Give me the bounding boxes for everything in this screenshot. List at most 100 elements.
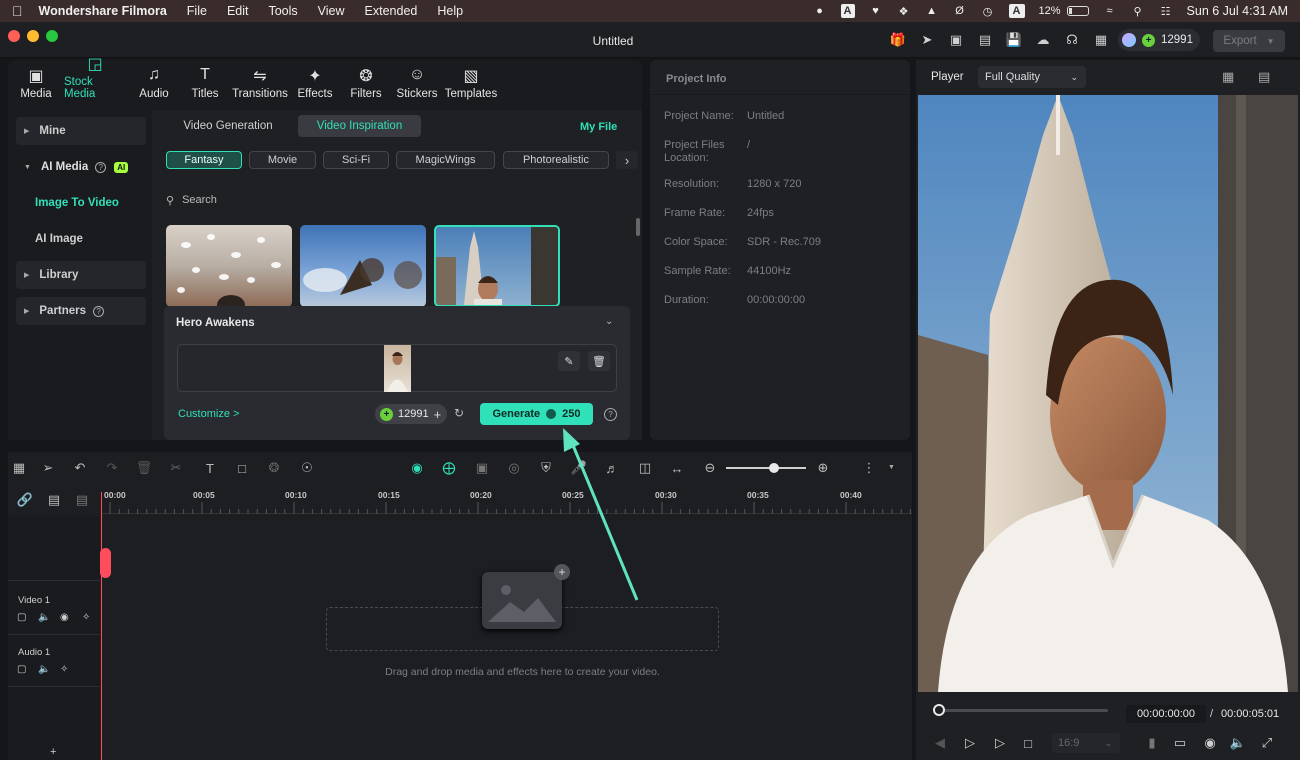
playhead-handle[interactable] (100, 548, 111, 578)
zoom-slider-thumb[interactable] (769, 463, 779, 473)
avatar[interactable] (1122, 33, 1136, 47)
input-source-icon[interactable]: A (1008, 4, 1025, 18)
menu-help[interactable]: Help (437, 4, 463, 18)
tab-media[interactable]: ▣ Media (8, 60, 64, 106)
chevron-down-icon[interactable]: ⌄ (605, 316, 613, 327)
chip-fantasy[interactable]: Fantasy (166, 151, 242, 169)
help-icon[interactable]: ? (604, 408, 617, 421)
add-track-plus-icon[interactable]: + (50, 746, 56, 758)
zoom-in-icon[interactable]: ⊕ (815, 460, 831, 476)
grid-view-icon[interactable]: ▦ (1222, 69, 1234, 85)
apple-icon[interactable]:  (12, 3, 23, 19)
speaker-icon[interactable]: 🔈 (38, 612, 50, 623)
save-icon[interactable]: 💾 (1006, 32, 1022, 48)
nav-image-to-video[interactable]: Image To Video (35, 197, 119, 209)
timeline-ruler[interactable] (102, 488, 939, 514)
color-icon[interactable]: ❂ (266, 460, 282, 476)
link-icon[interactable]: 🔗 (17, 492, 33, 508)
more-options-icon[interactable]: ⋮ (861, 460, 877, 476)
status-app-icon[interactable]: ● (813, 4, 827, 18)
nav-ai-media[interactable]: ▼ AI Media ? AI (16, 153, 129, 181)
add-track-icon[interactable]: ▤ (46, 492, 62, 508)
music-list-icon[interactable]: ♬ (604, 460, 620, 476)
playhead-line[interactable] (101, 492, 102, 760)
status-mic-off-icon[interactable]: Ø (953, 4, 967, 18)
chip-sci-fi[interactable]: Sci-Fi (323, 151, 389, 169)
control-center-icon[interactable]: ☷ (1159, 4, 1173, 18)
generate-button[interactable]: Generate 250 (480, 403, 593, 425)
ai-edit-icon[interactable]: ✧ (60, 664, 68, 675)
track-manager-icon[interactable]: ▤ (74, 492, 90, 508)
help-icon[interactable]: ? (95, 161, 107, 173)
shield-icon[interactable]: ⛨ (538, 460, 554, 476)
search-field[interactable]: ⚲ Search (166, 190, 626, 210)
tab-templates[interactable]: ▧ Templates (440, 60, 502, 106)
fullscreen-icon[interactable]: ⤢ (1259, 735, 1275, 751)
lock-icon[interactable]: ▢ (17, 612, 26, 623)
prev-frame-icon[interactable]: ◀ (932, 735, 948, 751)
redo-icon[interactable]: ↷ (104, 460, 120, 476)
chip-movie[interactable]: Movie (249, 151, 316, 169)
tab-stock-media[interactable]: ◲ Stock Media (64, 56, 126, 106)
green-screen-icon[interactable]: ◉ (409, 460, 425, 476)
eye-icon[interactable]: ◉ (60, 612, 69, 623)
ai-tools-icon[interactable]: ☉ (299, 460, 315, 476)
snapshot-icon[interactable]: ◉ (1202, 735, 1218, 751)
spotlight-search-icon[interactable]: ⚲ (1131, 4, 1145, 18)
status-a-icon[interactable]: A (840, 4, 855, 18)
plus-icon[interactable]: + (434, 407, 442, 422)
add-media-plus-icon[interactable]: + (554, 564, 570, 580)
fit-icon[interactable]: ↔ (669, 460, 685, 476)
zoom-slider[interactable] (726, 467, 806, 469)
step-forward-icon[interactable]: ▷ (962, 735, 978, 751)
stop-icon[interactable]: □ (1020, 735, 1036, 751)
headset-icon[interactable]: ☊ (1064, 32, 1080, 48)
status-dropbox-icon[interactable]: ❖ (897, 4, 911, 18)
wifi-icon[interactable]: ≈ (1103, 4, 1117, 18)
nav-mine[interactable]: ▶ Mine (16, 117, 146, 145)
tab-audio[interactable]: ♫ Audio (126, 60, 182, 106)
menu-view[interactable]: View (318, 4, 345, 18)
seg-video-generation[interactable]: Video Generation (172, 115, 284, 137)
select-tool-icon[interactable]: ➢ (40, 460, 56, 476)
app-menu[interactable]: Wondershare Filmora (39, 4, 167, 18)
mic-icon[interactable]: 🎤 (571, 460, 587, 476)
scopes-icon[interactable]: ▤ (1258, 69, 1270, 85)
trash-icon[interactable]: 🗑 (588, 351, 610, 371)
zoom-out-icon[interactable]: ⊖ (702, 460, 718, 476)
gift-icon[interactable]: 🎁 (890, 32, 906, 48)
nav-ai-image[interactable]: AI Image (35, 233, 83, 245)
credit-balance-pill[interactable]: + 12991 + (375, 404, 447, 424)
undo-icon[interactable]: ↶ (72, 460, 88, 476)
play-icon[interactable]: ▷ (992, 735, 1008, 751)
snap-icon[interactable]: ⨁ (441, 460, 457, 476)
ai-edit-icon[interactable]: ✧ (82, 612, 90, 623)
thumbnail-butterflies[interactable] (166, 225, 292, 307)
chip-photorealistic[interactable]: Photorealistic (503, 151, 609, 169)
thumbnail-birds[interactable] (300, 225, 426, 307)
thumbnail-hero[interactable] (434, 225, 560, 307)
tab-filters[interactable]: ❂ Filters (338, 60, 394, 106)
nav-partners[interactable]: ▶ Partners ? (16, 297, 146, 325)
menu-file[interactable]: File (187, 4, 207, 18)
chip-magicwings[interactable]: MagicWings (396, 151, 495, 169)
progress-track[interactable] (936, 709, 1108, 712)
volume-icon[interactable]: 🔈 (1230, 735, 1246, 751)
cloud-icon[interactable]: ☁ (1035, 32, 1051, 48)
tab-transitions[interactable]: ⇋ Transitions (228, 60, 292, 106)
tab-titles[interactable]: T Titles (182, 60, 228, 106)
quality-select[interactable]: Full Quality ⌄ (978, 66, 1086, 88)
crop-icon[interactable]: □ (234, 460, 250, 476)
chevron-down-icon[interactable]: ▼ (888, 464, 895, 471)
chevron-right-icon[interactable]: › (616, 151, 638, 169)
render-icon[interactable]: ◎ (506, 460, 522, 476)
menubar-clock[interactable]: Sun 6 Jul 4:31 AM (1187, 4, 1288, 18)
tab-stickers[interactable]: ☺ Stickers (394, 60, 440, 106)
menu-extended[interactable]: Extended (365, 4, 418, 18)
progress-thumb[interactable] (933, 704, 945, 716)
text-icon[interactable]: T (202, 460, 218, 476)
upload-image-box[interactable]: ✎ 🗑 (177, 344, 617, 392)
pip-icon[interactable]: ◫ (637, 460, 653, 476)
status-cone-icon[interactable]: ▲ (925, 4, 939, 18)
speaker-icon[interactable]: 🔈 (38, 664, 50, 675)
